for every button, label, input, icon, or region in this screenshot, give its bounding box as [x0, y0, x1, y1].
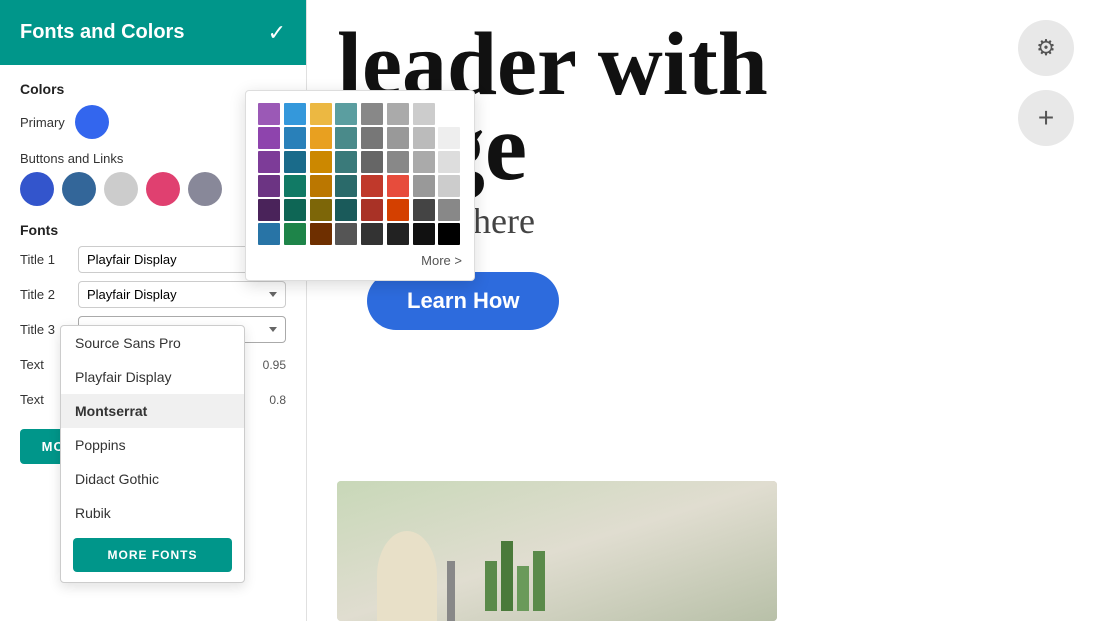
color-cell-14[interactable]	[413, 127, 435, 149]
color-grid	[258, 103, 462, 245]
sidebar: Fonts and Colors ✓ Colors Primary Button…	[0, 0, 307, 621]
color-cell-0[interactable]	[258, 103, 280, 125]
font-dropdown-popup: Source Sans Pro Playfair Display Montser…	[60, 325, 245, 583]
color-cell-34[interactable]	[310, 199, 332, 221]
color-cell-12[interactable]	[361, 127, 383, 149]
bottom-image	[337, 481, 777, 621]
color-cell-30[interactable]	[413, 175, 435, 197]
color-cell-23[interactable]	[438, 151, 460, 173]
color-cell-3[interactable]	[335, 103, 357, 125]
color-cell-5[interactable]	[387, 103, 409, 125]
check-icon[interactable]: ✓	[268, 20, 286, 46]
color-cell-20[interactable]	[361, 151, 383, 173]
color-cell-16[interactable]	[258, 151, 280, 173]
swatch-4[interactable]	[146, 172, 180, 206]
color-cell-31[interactable]	[438, 175, 460, 197]
color-cell-27[interactable]	[335, 175, 357, 197]
color-cell-40[interactable]	[258, 223, 280, 245]
color-cell-21[interactable]	[387, 151, 409, 173]
font-option-source-sans[interactable]: Source Sans Pro	[61, 326, 244, 360]
color-cell-19[interactable]	[335, 151, 357, 173]
font-scale-text2: 0.8	[250, 393, 286, 407]
swatch-1[interactable]	[20, 172, 54, 206]
plus-button[interactable]: +	[1018, 90, 1074, 146]
color-cell-13[interactable]	[387, 127, 409, 149]
color-cell-7[interactable]	[438, 103, 460, 125]
primary-color-swatch[interactable]	[75, 105, 109, 139]
color-cell-24[interactable]	[258, 175, 280, 197]
font-option-rubik[interactable]: Rubik	[61, 496, 244, 530]
swatch-2[interactable]	[62, 172, 96, 206]
color-cell-8[interactable]	[258, 127, 280, 149]
color-cell-6[interactable]	[413, 103, 435, 125]
color-cell-39[interactable]	[438, 199, 460, 221]
plus-icon: +	[1038, 102, 1054, 134]
font-label-title1: Title 1	[20, 252, 70, 267]
color-picker-popup: More >	[245, 90, 475, 281]
color-cell-18[interactable]	[310, 151, 332, 173]
color-cell-43[interactable]	[335, 223, 357, 245]
color-cell-25[interactable]	[284, 175, 306, 197]
color-cell-9[interactable]	[284, 127, 306, 149]
color-cell-41[interactable]	[284, 223, 306, 245]
color-cell-37[interactable]	[387, 199, 409, 221]
font-option-playfair[interactable]: Playfair Display	[61, 360, 244, 394]
color-cell-4[interactable]	[361, 103, 383, 125]
color-cell-46[interactable]	[413, 223, 435, 245]
color-cell-17[interactable]	[284, 151, 306, 173]
font-row-title2: Title 2 Playfair Display	[20, 281, 286, 308]
color-cell-1[interactable]	[284, 103, 306, 125]
color-cell-15[interactable]	[438, 127, 460, 149]
color-cell-22[interactable]	[413, 151, 435, 173]
sidebar-header: Fonts and Colors ✓	[0, 0, 306, 65]
font-option-montserrat[interactable]: Montserrat	[61, 394, 244, 428]
color-cell-47[interactable]	[438, 223, 460, 245]
color-cell-11[interactable]	[335, 127, 357, 149]
swatch-5[interactable]	[188, 172, 222, 206]
primary-label: Primary	[20, 115, 65, 130]
gear-icon: ⚙	[1036, 35, 1056, 61]
gear-button[interactable]: ⚙	[1018, 20, 1074, 76]
color-cell-26[interactable]	[310, 175, 332, 197]
color-cell-35[interactable]	[335, 199, 357, 221]
color-cell-28[interactable]	[361, 175, 383, 197]
color-cell-33[interactable]	[284, 199, 306, 221]
font-label-title2: Title 2	[20, 287, 70, 302]
font-select-title2[interactable]: Playfair Display	[78, 281, 286, 308]
color-cell-44[interactable]	[361, 223, 383, 245]
color-cell-29[interactable]	[387, 175, 409, 197]
color-cell-32[interactable]	[258, 199, 280, 221]
color-cell-45[interactable]	[387, 223, 409, 245]
swatch-3[interactable]	[104, 172, 138, 206]
font-scale-text1: 0.95	[250, 358, 286, 372]
color-cell-2[interactable]	[310, 103, 332, 125]
font-option-poppins[interactable]: Poppins	[61, 428, 244, 462]
font-option-didact[interactable]: Didact Gothic	[61, 462, 244, 496]
color-cell-10[interactable]	[310, 127, 332, 149]
color-more-link[interactable]: More >	[258, 253, 462, 268]
color-cell-42[interactable]	[310, 223, 332, 245]
color-cell-38[interactable]	[413, 199, 435, 221]
sidebar-title: Fonts and Colors	[20, 21, 184, 44]
color-cell-36[interactable]	[361, 199, 383, 221]
dropdown-more-fonts-button[interactable]: MORE FONTS	[73, 538, 232, 572]
